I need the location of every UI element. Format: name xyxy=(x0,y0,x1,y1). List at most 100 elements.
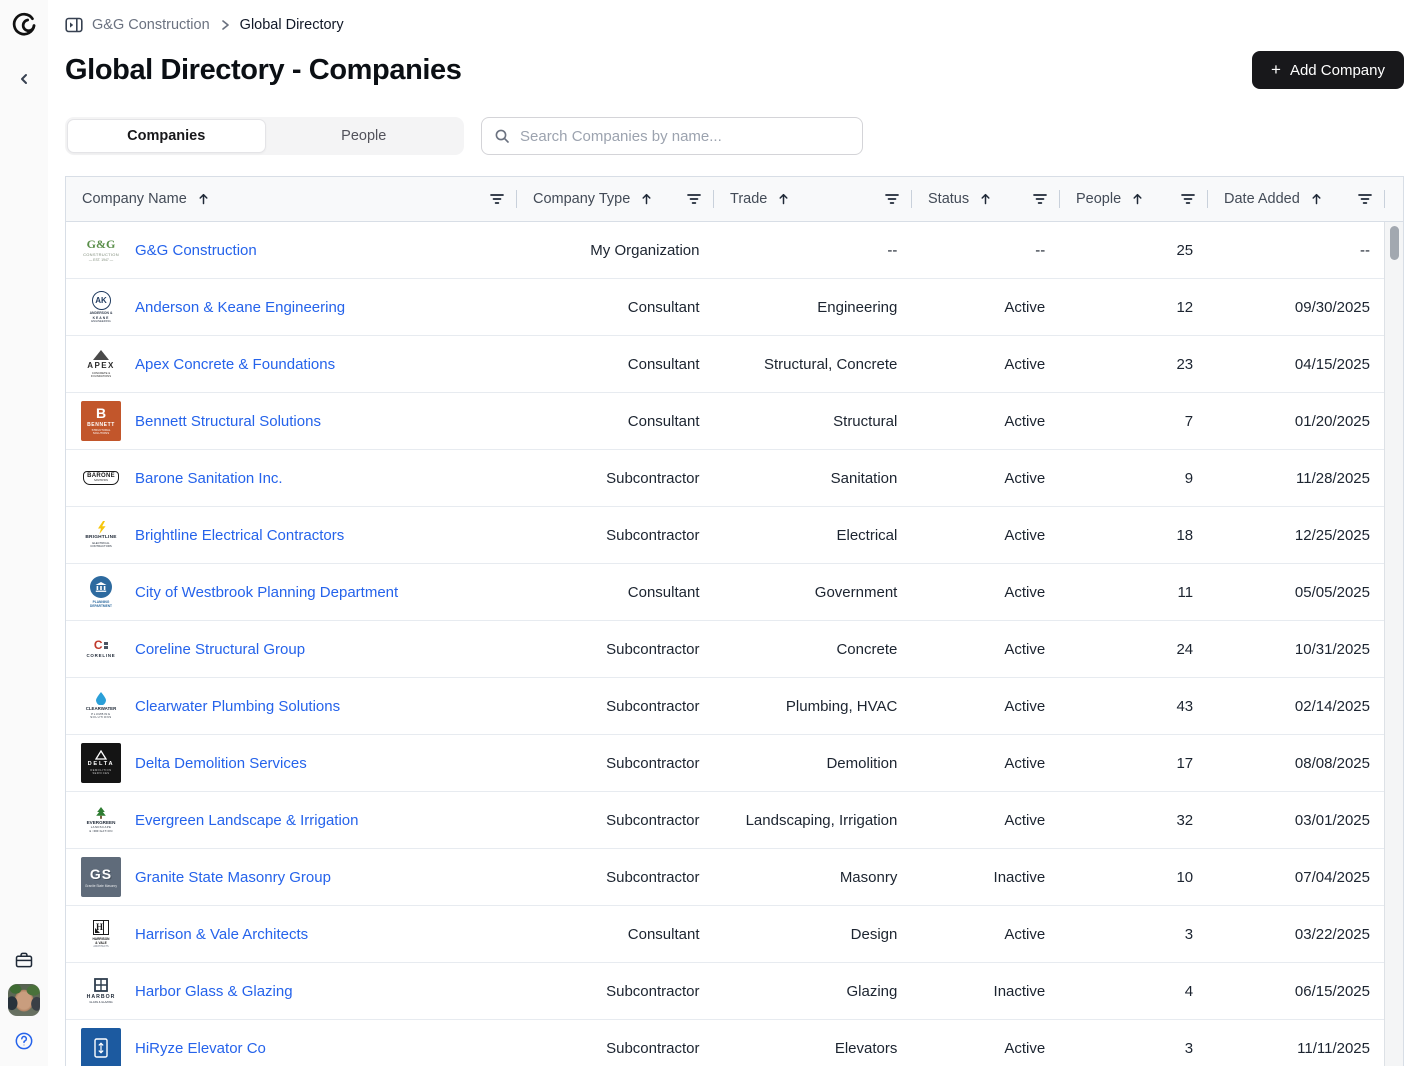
date-added-cell: 03/01/2025 xyxy=(1207,812,1384,829)
user-avatar[interactable] xyxy=(8,984,40,1016)
table-row[interactable]: AKANDERSON &KEANEENGINEERINGAnderson & K… xyxy=(66,279,1384,336)
status-cell: Active xyxy=(911,926,1059,943)
company-name-link[interactable]: Harrison & Vale Architects xyxy=(135,926,308,943)
people-count-cell: 23 xyxy=(1059,356,1207,373)
companies-table: Company NameCompany Type Trade Status Peopl… xyxy=(65,176,1404,1066)
table-row[interactable]: HiRyze Elevator CoSubcontractorElevators… xyxy=(66,1020,1384,1066)
main-content: G&G Construction Global Directory Global… xyxy=(48,14,1420,1066)
column-header-date-added[interactable]: Date Added xyxy=(1208,177,1385,221)
trade-cell: Landscaping, Irrigation xyxy=(714,812,912,829)
briefcase-icon[interactable] xyxy=(10,946,38,974)
brand-logo-icon[interactable] xyxy=(10,11,38,39)
column-label: People xyxy=(1076,191,1121,207)
company-name-link[interactable]: HiRyze Elevator Co xyxy=(135,1040,266,1057)
panel-toggle-icon[interactable] xyxy=(65,17,83,33)
help-icon[interactable] xyxy=(11,1028,37,1054)
company-logo: G&GCONSTRUCTION— EST. 1947 — xyxy=(81,230,121,270)
left-sidebar xyxy=(0,0,48,1066)
date-added-cell: 09/30/2025 xyxy=(1207,299,1384,316)
sort-asc-icon[interactable] xyxy=(198,193,209,205)
sort-asc-icon[interactable] xyxy=(980,193,991,205)
company-type-cell: My Organization xyxy=(517,242,714,259)
column-label: Trade xyxy=(730,191,767,207)
filter-icon[interactable] xyxy=(687,193,701,205)
table-row[interactable]: CLEARWATERPLUMBINGSOLUTIONSClearwater Pl… xyxy=(66,678,1384,735)
column-header-trade[interactable]: Trade xyxy=(714,177,912,221)
company-name-cell: APEXCONCRETE &FOUNDATIONSApex Concrete &… xyxy=(66,344,517,384)
sort-asc-icon[interactable] xyxy=(778,193,789,205)
company-type-cell: Consultant xyxy=(517,356,714,373)
table-row[interactable]: DELTADEMOLITIONSERVICESDelta Demolition … xyxy=(66,735,1384,792)
table-row[interactable]: GSGranite State MasonryGranite State Mas… xyxy=(66,849,1384,906)
table-row[interactable]: APEXCONCRETE &FOUNDATIONSApex Concrete &… xyxy=(66,336,1384,393)
table-row[interactable]: BRIGHTLINEELECTRICALCONTRACTORSBrightlin… xyxy=(66,507,1384,564)
table-row[interactable]: HARBORGLASS & GLAZINGHarbor Glass & Glaz… xyxy=(66,963,1384,1020)
date-added-cell: -- xyxy=(1207,242,1384,259)
company-name-cell: AKANDERSON &KEANEENGINEERINGAnderson & K… xyxy=(66,287,517,327)
date-added-cell: 07/04/2025 xyxy=(1207,869,1384,886)
company-name-link[interactable]: Granite State Masonry Group xyxy=(135,869,331,886)
sort-asc-icon[interactable] xyxy=(1132,193,1143,205)
sort-asc-icon[interactable] xyxy=(1311,193,1322,205)
table-row[interactable]: BARONESANITATIONBarone Sanitation Inc.Su… xyxy=(66,450,1384,507)
breadcrumb-org-link[interactable]: G&G Construction xyxy=(92,17,210,33)
tab-companies[interactable]: Companies xyxy=(67,119,266,153)
company-name-link[interactable]: Delta Demolition Services xyxy=(135,755,307,772)
date-added-cell: 04/15/2025 xyxy=(1207,356,1384,373)
company-type-cell: Consultant xyxy=(517,413,714,430)
company-name-link[interactable]: Evergreen Landscape & Irrigation xyxy=(135,812,358,829)
status-cell: Active xyxy=(911,698,1059,715)
table-row[interactable]: HHARRISON& VALEARCHITECTSHarrison & Vale… xyxy=(66,906,1384,963)
company-type-cell: Subcontractor xyxy=(517,755,714,772)
filter-icon[interactable] xyxy=(885,193,899,205)
trade-cell: Masonry xyxy=(714,869,912,886)
column-header-company-name[interactable]: Company Name xyxy=(66,177,517,221)
filter-icon[interactable] xyxy=(490,193,504,205)
column-label: Status xyxy=(928,191,969,207)
company-name-link[interactable]: G&G Construction xyxy=(135,242,257,259)
company-logo xyxy=(81,1028,121,1066)
column-header-status[interactable]: Status xyxy=(912,177,1060,221)
status-cell: Active xyxy=(911,1040,1059,1057)
search-input[interactable] xyxy=(518,127,850,146)
collapse-sidebar-button[interactable] xyxy=(10,65,38,93)
tab-people[interactable]: People xyxy=(266,119,463,153)
filter-icon[interactable] xyxy=(1358,193,1372,205)
company-name-link[interactable]: Brightline Electrical Contractors xyxy=(135,527,344,544)
date-added-cell: 11/28/2025 xyxy=(1207,470,1384,487)
company-name-link[interactable]: Anderson & Keane Engineering xyxy=(135,299,345,316)
table-scrollbar-track[interactable] xyxy=(1384,222,1404,1066)
trade-cell: -- xyxy=(714,242,912,259)
add-company-button[interactable]: + Add Company xyxy=(1252,51,1404,89)
people-count-cell: 3 xyxy=(1059,926,1207,943)
company-name-link[interactable]: Apex Concrete & Foundations xyxy=(135,356,335,373)
company-name-link[interactable]: Barone Sanitation Inc. xyxy=(135,470,283,487)
sort-asc-icon[interactable] xyxy=(641,193,652,205)
table-row[interactable]: PLANNINGDEPARTMENTCity of Westbrook Plan… xyxy=(66,564,1384,621)
company-type-cell: Subcontractor xyxy=(517,698,714,715)
company-name-link[interactable]: Clearwater Plumbing Solutions xyxy=(135,698,340,715)
company-type-cell: Subcontractor xyxy=(517,527,714,544)
company-name-link[interactable]: City of Westbrook Planning Department xyxy=(135,584,398,601)
company-logo: BBENNETTSTRUCTURALSOLUTIONS xyxy=(81,401,121,441)
company-name-link[interactable]: Harbor Glass & Glazing xyxy=(135,983,293,1000)
table-row[interactable]: G&GCONSTRUCTION— EST. 1947 — G&G Construc… xyxy=(66,222,1384,279)
company-name-link[interactable]: Coreline Structural Group xyxy=(135,641,305,658)
company-name-cell: GSGranite State MasonryGranite State Mas… xyxy=(66,857,517,897)
people-count-cell: 43 xyxy=(1059,698,1207,715)
column-header-company-type[interactable]: Company Type xyxy=(517,177,714,221)
table-body: G&GCONSTRUCTION— EST. 1947 — G&G Construc… xyxy=(65,222,1384,1066)
company-type-cell: Subcontractor xyxy=(517,869,714,886)
status-cell: Active xyxy=(911,755,1059,772)
scrollbar-thumb[interactable] xyxy=(1390,226,1399,260)
table-row[interactable]: CCORELINECoreline Structural GroupSubcon… xyxy=(66,621,1384,678)
date-added-cell: 11/11/2025 xyxy=(1207,1040,1384,1057)
filter-icon[interactable] xyxy=(1181,193,1195,205)
filter-icon[interactable] xyxy=(1033,193,1047,205)
table-row[interactable]: BBENNETTSTRUCTURALSOLUTIONS Bennett Struc… xyxy=(66,393,1384,450)
table-row[interactable]: EVERGREENLANDSCAPE& IRRIGATIONEvergreen … xyxy=(66,792,1384,849)
column-header-people[interactable]: People xyxy=(1060,177,1208,221)
company-type-cell: Subcontractor xyxy=(517,1040,714,1057)
search-box[interactable] xyxy=(481,117,863,155)
company-name-link[interactable]: Bennett Structural Solutions xyxy=(135,413,321,430)
